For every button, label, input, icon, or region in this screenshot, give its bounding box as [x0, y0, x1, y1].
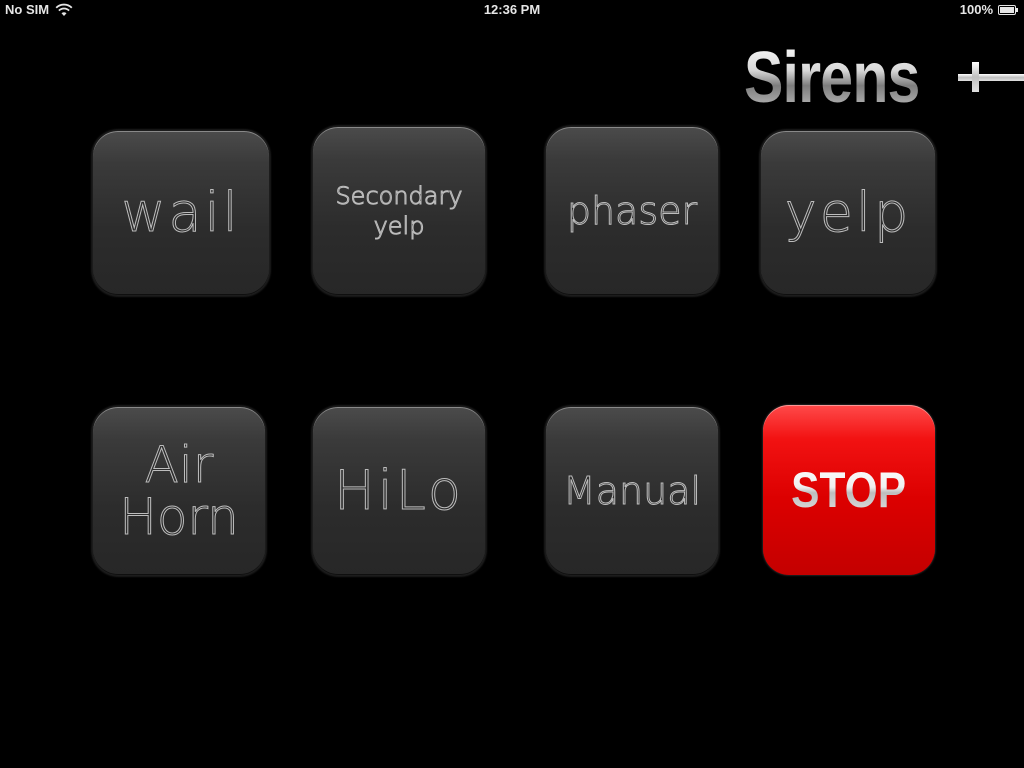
app-logo: Sirens — [744, 40, 974, 116]
logo-plus-icon — [958, 62, 1024, 92]
phaser-label: phaser — [566, 189, 698, 233]
battery-icon — [998, 4, 1018, 15]
yelp-label: yelp — [784, 181, 912, 244]
air-horn-label-line1: Air — [144, 436, 214, 494]
status-right: 100% — [960, 2, 1018, 17]
stop-label: STOP — [791, 462, 907, 518]
air-horn-button[interactable]: Air Horn — [92, 406, 266, 576]
stop-button[interactable]: STOP — [763, 405, 935, 575]
secondary-yelp-label-line2: yelp — [373, 212, 425, 241]
secondary-yelp-button[interactable]: Secondary yelp — [312, 126, 486, 296]
wail-label: wail — [121, 181, 241, 244]
phaser-button[interactable]: phaser — [545, 126, 719, 296]
air-horn-label-line2: Horn — [119, 488, 240, 546]
wail-button[interactable]: wail — [92, 130, 270, 296]
yelp-button[interactable]: yelp — [760, 130, 936, 296]
app-screen: No SIM 12:36 PM 100% Sirens wail Seconda… — [0, 0, 1024, 768]
hilo-label: HiLo — [334, 459, 464, 522]
status-time: 12:36 PM — [483, 2, 541, 17]
hilo-button[interactable]: HiLo — [312, 406, 486, 576]
battery-percent: 100% — [959, 2, 993, 17]
manual-label: Manual — [562, 469, 702, 513]
status-bar: No SIM 12:36 PM 100% — [0, 0, 1024, 20]
secondary-yelp-label-line1: Secondary — [335, 182, 463, 211]
manual-button[interactable]: Manual — [545, 406, 719, 576]
